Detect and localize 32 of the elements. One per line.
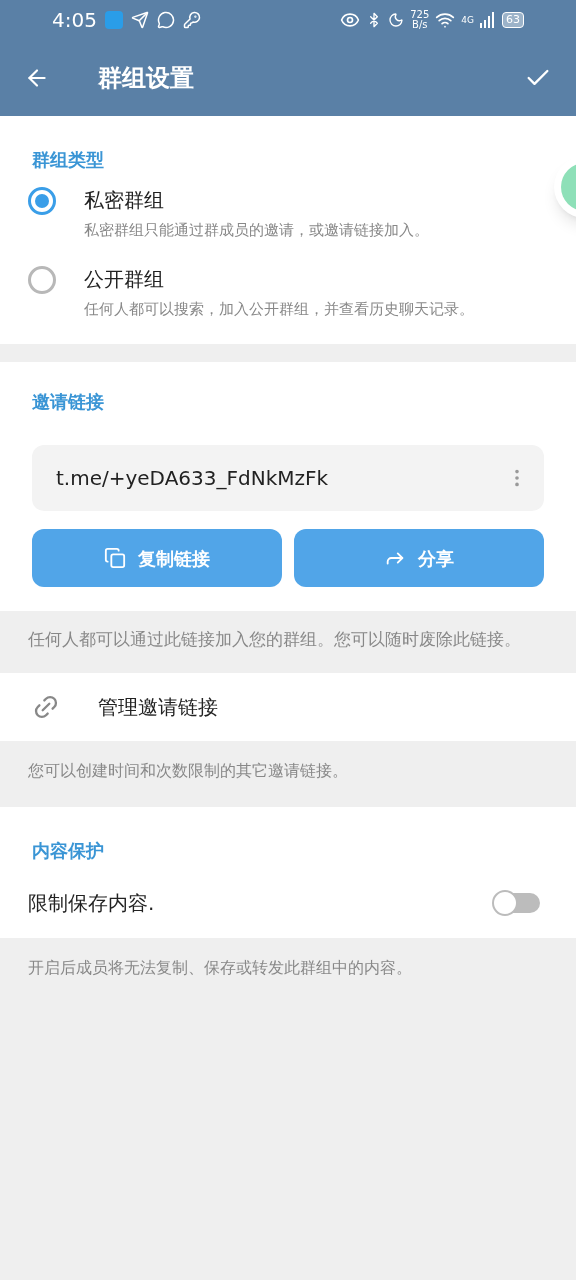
section-heading: 邀请链接 (32, 390, 105, 414)
radio-button[interactable] (28, 187, 56, 215)
moon-icon (388, 12, 405, 28)
link-field[interactable]: t.me/+yeDA633_FdNkMzFk (32, 445, 544, 511)
hint-text: 任何人都可以通过此链接加入您的群组。您可以随时废除此链接。 (27, 628, 522, 651)
status-time: 4:05 (52, 7, 97, 34)
radio-button[interactable] (28, 265, 56, 294)
network-type: 4G (461, 14, 474, 27)
setting-label: 限制保存内容. (28, 890, 155, 917)
radio-option[interactable]: 公开群组 任何人都可以搜索，加入公开群组，并查看历史聊天记录。 (28, 251, 474, 330)
option-description: 任何人都可以搜索，加入公开群组，并查看历史聊天记录。 (84, 298, 474, 320)
signal-icon (480, 12, 496, 28)
paper-plane-icon (130, 11, 149, 29)
hint-text: 您可以创建时间和次数限制的其它邀请链接。 (27, 760, 349, 782)
wifi-icon (435, 10, 456, 30)
manage-links-row[interactable]: 管理邀请链接 (0, 673, 576, 741)
key-icon (182, 11, 201, 29)
option-label: 私密群组 (84, 187, 165, 214)
window-title: 群组设置 (98, 63, 195, 94)
option-label: 公开群组 (84, 265, 165, 293)
link-text: t.me/+yeDA633_FdNkMzFk (56, 465, 329, 492)
radio-option[interactable]: 私密群组 私密群组只能通过群成员的邀请，或邀请链接加入。 (28, 173, 429, 252)
speed-value: 725 (410, 10, 430, 20)
option-description: 私密群组只能通过群成员的邀请，或邀请链接加入。 (84, 220, 429, 241)
app-icon (104, 11, 123, 29)
section-heading: 内容保护 (31, 839, 105, 863)
battery-level: 63 (502, 12, 524, 28)
section-heading: 群组类型 (31, 148, 105, 172)
hint-text: 开启后成员将无法复制、保存或转发此群组中的内容。 (27, 957, 413, 979)
speed-unit: B/s (412, 20, 428, 30)
copy-icon (104, 547, 126, 569)
eye-icon (340, 10, 361, 30)
